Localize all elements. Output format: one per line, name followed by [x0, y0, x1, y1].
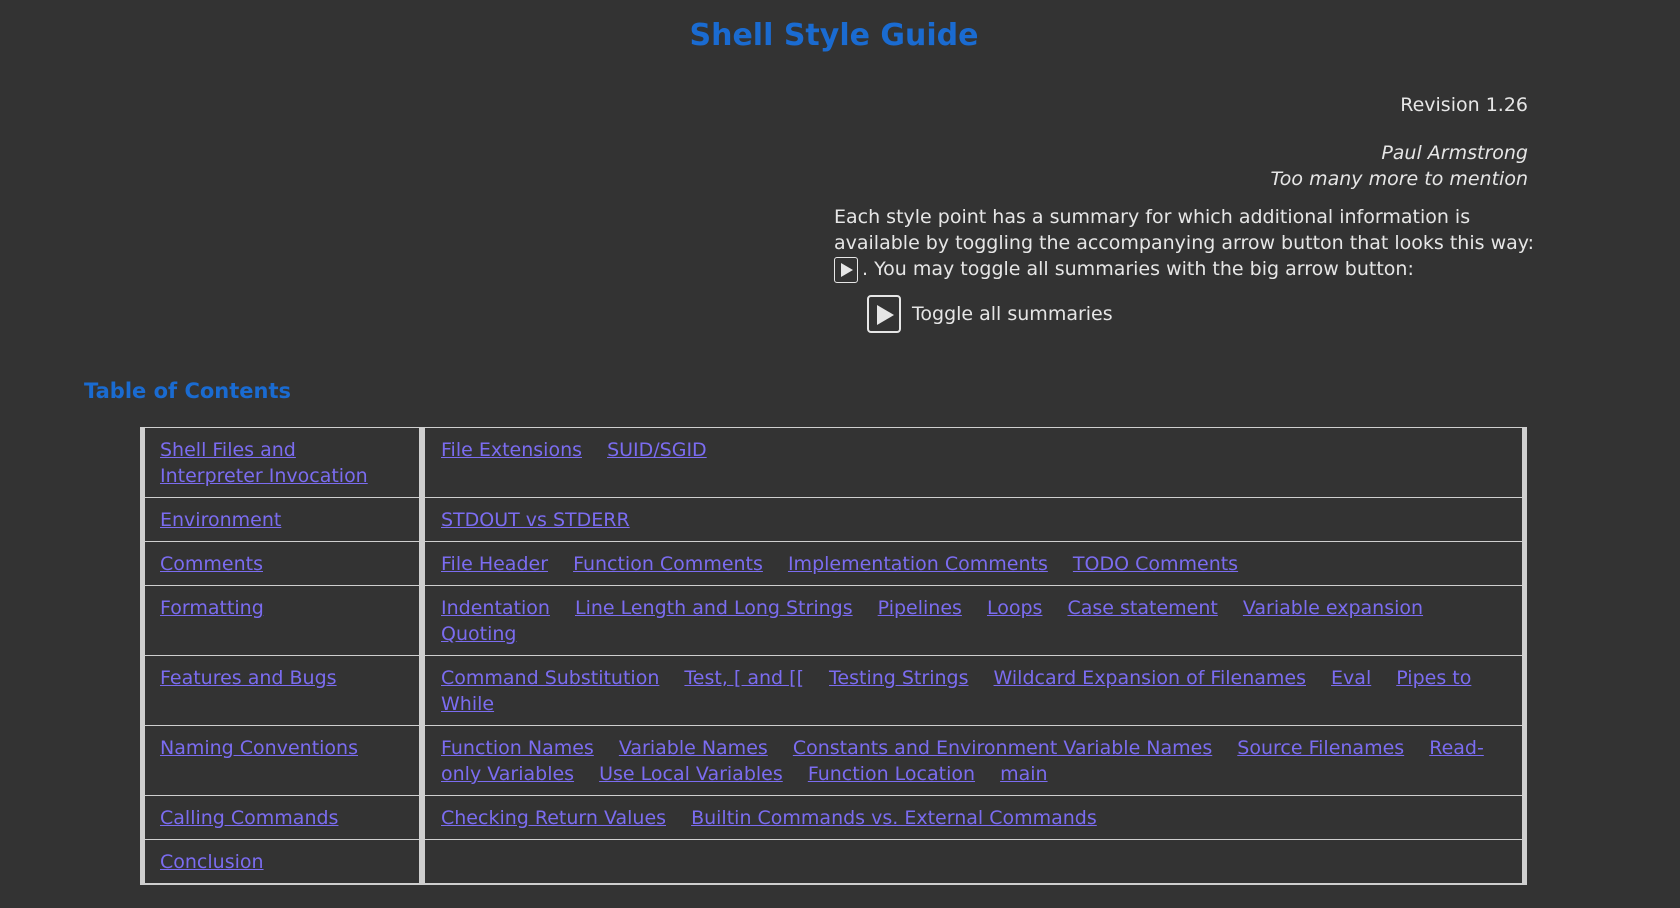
toc-row: Comments File Header Function Comments Im…	[145, 542, 1522, 586]
toc-heading: Table of Contents	[84, 379, 292, 403]
toc-item-link[interactable]: Variable Names	[619, 737, 768, 759]
toc-item-link[interactable]: Source Filenames	[1237, 737, 1404, 759]
toc-category-link[interactable]: Formatting	[160, 597, 264, 619]
intro-text-before: Each style point has a summary for which…	[834, 206, 1535, 254]
toggle-all-summaries-button[interactable]: Toggle all summaries	[867, 295, 1113, 333]
toc-item-link[interactable]: File Extensions	[441, 439, 582, 461]
toc-item-link[interactable]: Wildcard Expansion of Filenames	[994, 667, 1306, 689]
toc-items-cell: STDOUT vs STDERR	[419, 498, 1522, 542]
toc-category-link[interactable]: Comments	[160, 553, 263, 575]
toc-items-cell: File Extensions SUID/SGID	[419, 428, 1522, 498]
intro-text-after: . You may toggle all summaries with the …	[862, 258, 1414, 280]
table-of-contents: Shell Files and Interpreter Invocation Fi…	[140, 427, 1527, 885]
toc-category-cell: Naming Conventions	[145, 726, 419, 796]
toc-category-cell: Conclusion	[145, 840, 419, 884]
toc-item-link[interactable]: Pipelines	[878, 597, 962, 619]
author-others: Too many more to mention	[1270, 168, 1528, 190]
toc-item-link[interactable]: TODO Comments	[1073, 553, 1238, 575]
toc-item-link[interactable]: Quoting	[441, 623, 516, 645]
toc-row: Formatting Indentation Line Length and Lo…	[145, 586, 1522, 656]
toc-item-link[interactable]: Indentation	[441, 597, 550, 619]
toc-items-cell: Checking Return Values Builtin Commands …	[419, 796, 1522, 840]
toc-item-link[interactable]: File Header	[441, 553, 548, 575]
intro-text: Each style point has a summary for which…	[834, 204, 1534, 283]
toc-item-link[interactable]: Eval	[1331, 667, 1371, 689]
toc-items-cell: Command Substitution Test, [ and [[ Test…	[419, 656, 1522, 726]
toc-items-cell: Function Names Variable Names Constants …	[419, 726, 1522, 796]
toc-category-cell: Features and Bugs	[145, 656, 419, 726]
toc-item-link[interactable]: Test, [ and [[	[684, 667, 804, 689]
toc-item-link[interactable]: Use Local Variables	[599, 763, 783, 785]
toc-body: Shell Files and Interpreter Invocation Fi…	[145, 428, 1522, 884]
toc-category-cell: Formatting	[145, 586, 419, 656]
toc-item-link[interactable]: Function Names	[441, 737, 594, 759]
toc-item-link[interactable]: Function Location	[808, 763, 975, 785]
toc-category-cell: Comments	[145, 542, 419, 586]
toc-item-link[interactable]: main	[1000, 763, 1047, 785]
toc-items-cell: Indentation Line Length and Long Strings…	[419, 586, 1522, 656]
toggle-all-summaries-label: Toggle all summaries	[912, 303, 1113, 325]
toc-category-cell: Environment	[145, 498, 419, 542]
toc-item-link[interactable]: Line Length and Long Strings	[575, 597, 853, 619]
authors: Paul Armstrong Too many more to mention	[1271, 140, 1528, 192]
toc-category-link[interactable]: Environment	[160, 509, 281, 531]
toc-item-link[interactable]: Constants and Environment Variable Names	[793, 737, 1212, 759]
toc-item-link[interactable]: Builtin Commands vs. External Commands	[691, 807, 1097, 829]
toc-row: Environment STDOUT vs STDERR	[145, 498, 1522, 542]
toc-row: Conclusion	[145, 840, 1522, 884]
toc-item-link[interactable]: Testing Strings	[829, 667, 968, 689]
toc-item-link[interactable]: Loops	[987, 597, 1042, 619]
toc-items-cell	[419, 840, 1522, 884]
toc-item-link[interactable]: Checking Return Values	[441, 807, 666, 829]
play-arrow-icon	[834, 256, 858, 283]
toc-row: Calling Commands Checking Return Values B…	[145, 796, 1522, 840]
toc-category-link[interactable]: Naming Conventions	[160, 737, 358, 759]
toc-item-link[interactable]: Variable expansion	[1243, 597, 1423, 619]
toc-category-cell: Shell Files and Interpreter Invocation	[145, 428, 419, 498]
toc-category-link[interactable]: Calling Commands	[160, 807, 338, 829]
toc-item-link[interactable]: Case statement	[1067, 597, 1217, 619]
toc-item-link[interactable]: SUID/SGID	[607, 439, 707, 461]
toc-item-link[interactable]: STDOUT vs STDERR	[441, 509, 630, 531]
toc-row: Shell Files and Interpreter Invocation Fi…	[145, 428, 1522, 498]
toc-row: Features and Bugs Command Substitution Te…	[145, 656, 1522, 726]
toc-category-cell: Calling Commands	[145, 796, 419, 840]
toc-category-link[interactable]: Features and Bugs	[160, 667, 337, 689]
revision-label: Revision 1.26	[1400, 94, 1528, 116]
toc-category-link[interactable]: Shell Files and Interpreter Invocation	[160, 439, 368, 487]
toc-row: Naming Conventions Function Names Variabl…	[145, 726, 1522, 796]
toc-item-link[interactable]: Command Substitution	[441, 667, 659, 689]
author-name: Paul Armstrong	[1381, 142, 1528, 164]
page-title: Shell Style Guide	[689, 18, 979, 53]
toc-item-link[interactable]: Implementation Comments	[788, 553, 1048, 575]
toc-item-link[interactable]: Function Comments	[573, 553, 763, 575]
toc-category-link[interactable]: Conclusion	[160, 851, 264, 873]
play-arrow-icon[interactable]	[867, 295, 901, 333]
toc-items-cell: File Header Function Comments Implementa…	[419, 542, 1522, 586]
